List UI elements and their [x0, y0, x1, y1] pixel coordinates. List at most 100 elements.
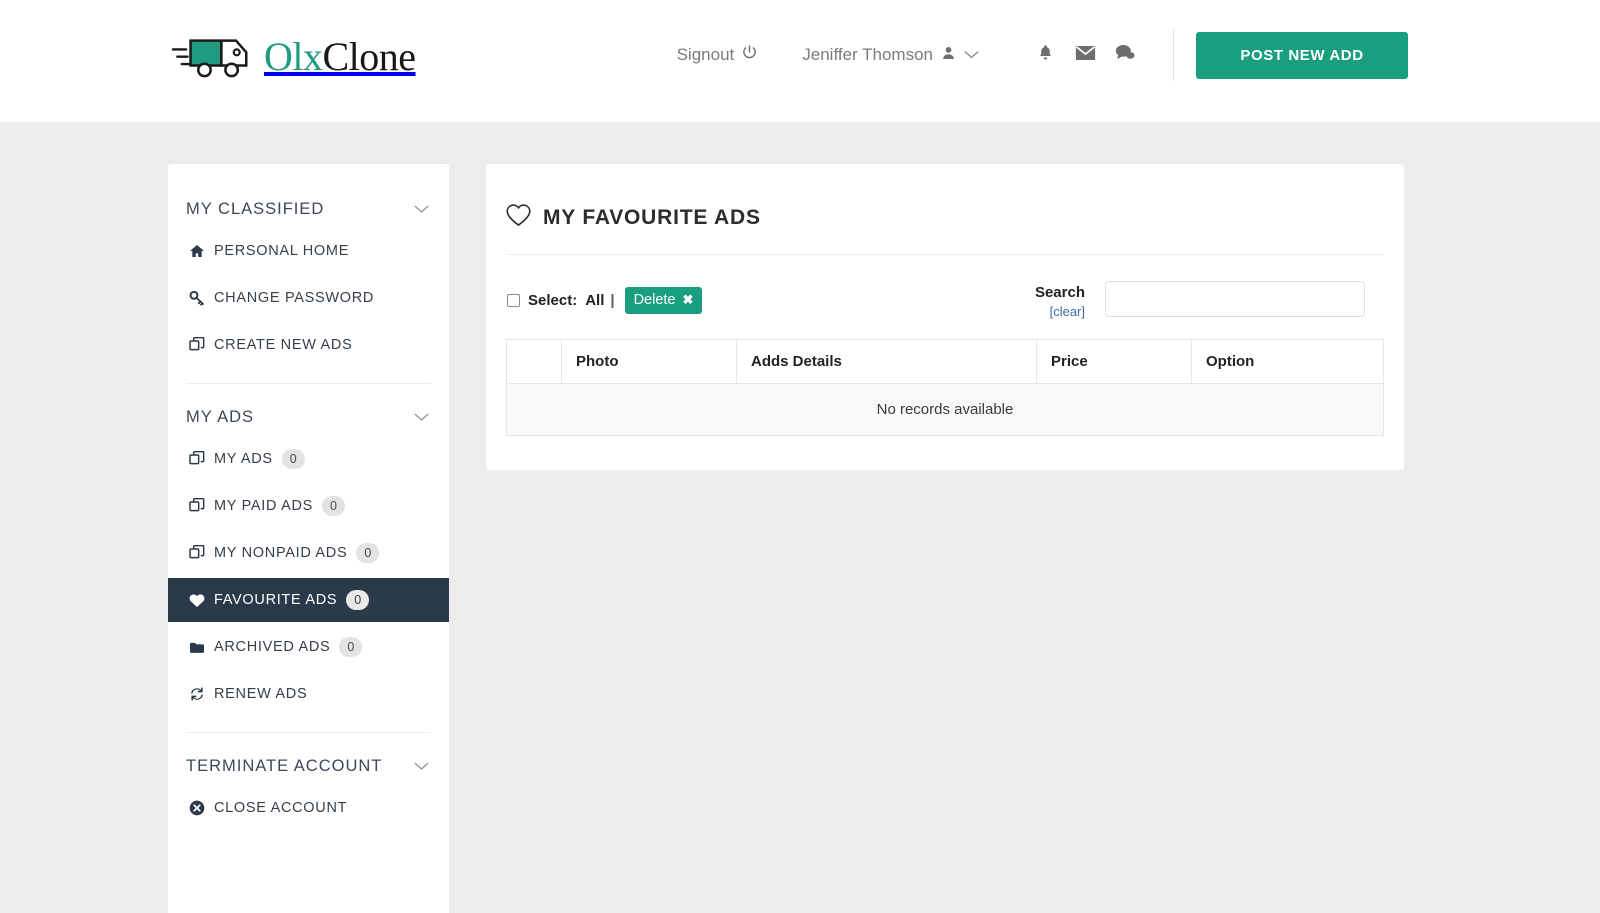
brand-name-secondary: Clone [322, 33, 417, 79]
sidebar-item-close-account[interactable]: CLOSE ACCOUNT [168, 786, 449, 830]
clone-icon [188, 451, 205, 467]
sidebar-list-my-classified: PERSONAL HOME CHANGE PASSWORD CREATE NEW… [168, 229, 449, 367]
sidebar-section-label: TERMINATE ACCOUNT [186, 756, 383, 775]
chevron-down-icon [414, 758, 429, 775]
sidebar-list-terminate-account: CLOSE ACCOUNT [168, 786, 449, 830]
post-new-ad-button[interactable]: POST NEW ADD [1196, 31, 1408, 79]
select-controls: Select: All | Delete ✖ [507, 281, 703, 315]
truck-icon [170, 30, 258, 82]
table-toolbar: Select: All | Delete ✖ Search [clear] [506, 281, 1384, 337]
column-header-option: Option [1191, 339, 1384, 385]
table-body: No records available [506, 383, 1384, 437]
sidebar-section-my-classified[interactable]: MY CLASSIFIED [168, 192, 449, 226]
user-icon [941, 45, 956, 66]
favourite-ads-table: Photo Adds Details Price Option No recor… [506, 339, 1384, 437]
sidebar-item-label: PERSONAL HOME [214, 243, 350, 259]
empty-message: No records available [506, 383, 1384, 437]
sidebar-item-my-nonpaid-ads[interactable]: MY NONPAID ADS 0 [168, 531, 449, 575]
user-menu[interactable]: Jeniffer Thomson [802, 45, 979, 66]
sidebar-item-badge: 0 [281, 449, 305, 469]
sidebar-section-label: MY ADS [186, 407, 255, 426]
sidebar-item-label: CLOSE ACCOUNT [214, 800, 348, 816]
sidebar-item-my-ads[interactable]: MY ADS 0 [168, 437, 449, 481]
signout-link[interactable]: Signout [677, 44, 759, 66]
sidebar-item-label: ARCHIVED ADS [214, 639, 331, 655]
sidebar-item-archived-ads[interactable]: ARCHIVED ADS 0 [168, 625, 449, 669]
close-circle-icon [188, 800, 205, 816]
search-input[interactable] [1105, 281, 1365, 318]
header-nav: Signout Jeniffer Thomson POST NEW ADD [677, 29, 1408, 81]
brand-logo[interactable]: OlxClone [170, 30, 416, 82]
sidebar-item-create-new-ads[interactable]: CREATE NEW ADS [168, 323, 449, 367]
clone-icon [188, 545, 205, 561]
select-all-link[interactable]: All [585, 292, 604, 309]
sidebar-divider [186, 383, 431, 384]
power-icon [741, 44, 758, 66]
table-head: Photo Adds Details Price Option [506, 339, 1384, 385]
clone-icon [188, 337, 205, 353]
table-header-row: Photo Adds Details Price Option [506, 339, 1384, 385]
column-header-select [506, 339, 562, 385]
sidebar-item-badge: 0 [356, 543, 380, 563]
page-title: MY FAVOURITE ADS [506, 204, 1384, 256]
heart-filled-icon [188, 593, 205, 608]
home-icon [188, 243, 205, 259]
search-labels: Search [clear] [1035, 281, 1085, 319]
chevron-down-icon [414, 201, 429, 218]
notifications-button[interactable] [1025, 38, 1065, 72]
select-prefix-label: Select: [528, 292, 578, 310]
favourite-ads-panel: MY FAVOURITE ADS Select: All | Delete ✖ … [486, 164, 1404, 471]
bell-icon [1037, 43, 1054, 67]
envelope-icon [1075, 45, 1096, 66]
toolbar-separator: | [610, 292, 615, 310]
sidebar-item-label: FAVOURITE ADS [214, 592, 338, 608]
page-title-text: MY FAVOURITE ADS [543, 206, 761, 230]
sidebar-item-favourite-ads[interactable]: FAVOURITE ADS 0 [168, 578, 449, 622]
user-name: Jeniffer Thomson [802, 45, 933, 64]
search-label: Search [1034, 284, 1085, 302]
sidebar-item-my-paid-ads[interactable]: MY PAID ADS 0 [168, 484, 449, 528]
sidebar-item-renew-ads[interactable]: RENEW ADS [168, 672, 449, 716]
sidebar-section-terminate-account[interactable]: TERMINATE ACCOUNT [168, 749, 449, 783]
sidebar-item-label: MY NONPAID ADS [214, 545, 348, 561]
column-header-photo: Photo [561, 339, 737, 385]
signout-label: Signout [676, 45, 735, 64]
table-empty-row: No records available [506, 383, 1384, 437]
archive-icon [188, 640, 205, 655]
delete-button[interactable]: Delete ✖ [624, 287, 703, 315]
sidebar-item-change-password[interactable]: CHANGE PASSWORD [168, 276, 449, 320]
header-divider [1173, 29, 1174, 81]
search-clear-link[interactable]: [clear] [1035, 304, 1085, 319]
delete-label: Delete [633, 292, 676, 309]
sidebar-section-label: MY CLASSIFIED [186, 199, 325, 218]
heart-outline-icon [506, 204, 531, 232]
sidebar-section-my-ads[interactable]: MY ADS [168, 400, 449, 434]
brand-name-primary: Olx [264, 33, 323, 79]
key-icon [188, 290, 205, 306]
sidebar-divider [186, 732, 431, 733]
sidebar-item-badge: 0 [339, 637, 363, 657]
sidebar-list-my-ads: MY ADS 0 MY PAID ADS 0 MY NONPAID ADS 0 … [168, 437, 449, 716]
sidebar-item-label: MY ADS [214, 451, 273, 467]
page-body: MY CLASSIFIED PERSONAL HOME CHANGE PASSW… [0, 122, 1600, 913]
sidebar-item-label: CREATE NEW ADS [214, 337, 353, 353]
chevron-down-icon [414, 409, 429, 426]
sidebar-item-personal-home[interactable]: PERSONAL HOME [168, 229, 449, 273]
app-header: OlxClone Signout Jeniffer Thomson POST N… [0, 0, 1600, 122]
sidebar-item-badge: 0 [322, 496, 346, 516]
sidebar-item-badge: 0 [346, 590, 370, 610]
column-header-adds-details: Adds Details [736, 339, 1037, 385]
chat-button[interactable] [1105, 38, 1145, 72]
column-header-price: Price [1036, 339, 1192, 385]
chevron-down-icon [964, 45, 979, 65]
clone-icon [188, 498, 205, 514]
select-all-checkbox[interactable] [507, 294, 520, 308]
messages-button[interactable] [1065, 38, 1105, 72]
chat-icon [1115, 44, 1135, 66]
sidebar: MY CLASSIFIED PERSONAL HOME CHANGE PASSW… [168, 164, 449, 913]
sidebar-item-label: CHANGE PASSWORD [214, 290, 375, 306]
search-controls: Search [clear] [1035, 281, 1365, 319]
sidebar-item-label: MY PAID ADS [214, 498, 314, 514]
sidebar-item-label: RENEW ADS [214, 686, 308, 702]
close-x-icon: ✖ [682, 292, 694, 308]
